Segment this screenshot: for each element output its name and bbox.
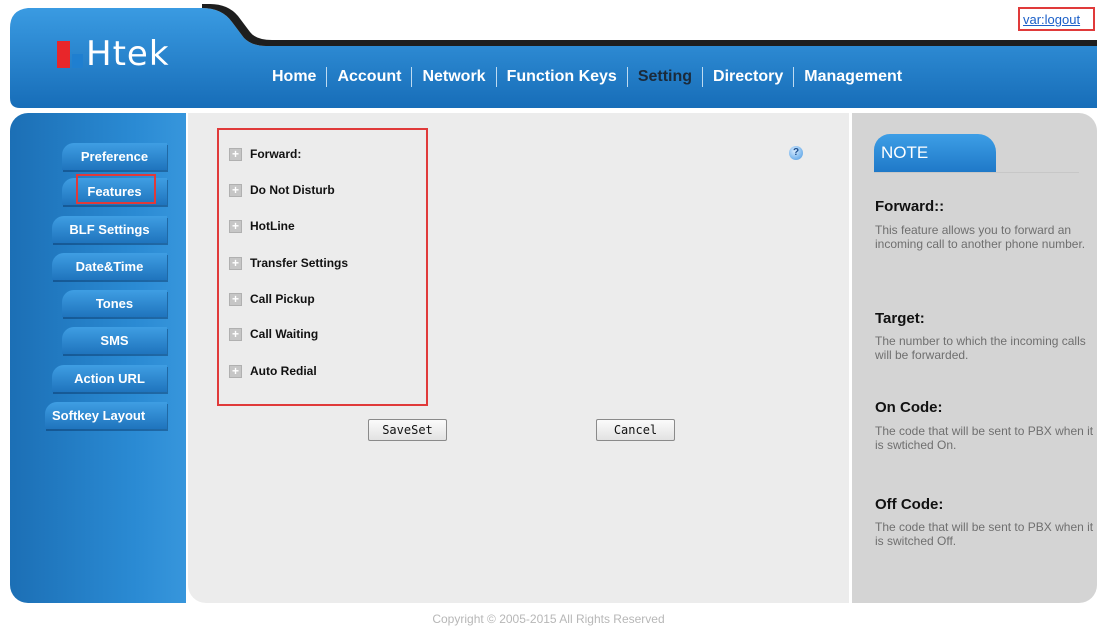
note-title-on-code: On Code:	[875, 399, 943, 416]
nav-separator	[411, 67, 413, 87]
logout-link[interactable]: var:logout	[1018, 7, 1095, 31]
note-title-forward: Forward::	[875, 198, 945, 215]
nav-separator	[793, 67, 795, 87]
expand-icon[interactable]: +	[229, 327, 242, 341]
nav-separator	[702, 67, 704, 87]
note-tab: NOTE	[874, 134, 996, 172]
expand-icon[interactable]: +	[229, 147, 242, 161]
nav-network[interactable]: Network	[412, 65, 495, 89]
expand-icon[interactable]: +	[229, 292, 242, 306]
help-icon[interactable]: ?	[789, 146, 803, 160]
expand-icon[interactable]: +	[229, 219, 242, 233]
feature-label: HotLine	[250, 219, 295, 233]
sidebar-item-preference[interactable]: Preference	[62, 143, 167, 170]
sidebar-item-softkey-layout[interactable]: Softkey Layout	[45, 402, 167, 429]
note-divider	[874, 172, 1079, 173]
note-text-forward: This feature allows you to forward an in…	[875, 223, 1086, 251]
logo-text: Htek	[86, 34, 170, 74]
feature-auto-redial[interactable]: + Auto Redial	[229, 362, 317, 380]
feature-label: Call Pickup	[250, 292, 315, 306]
selected-highlight	[76, 174, 156, 204]
feature-label: Forward:	[250, 147, 302, 161]
htek-logo: Htek	[57, 36, 170, 72]
expand-icon[interactable]: +	[229, 364, 242, 378]
nav-directory[interactable]: Directory	[703, 65, 793, 89]
main-nav: Home Account Network Function Keys Setting Di…	[262, 64, 912, 90]
feature-call-waiting[interactable]: + Call Waiting	[229, 325, 318, 343]
logo-mark-icon	[57, 40, 83, 68]
nav-separator	[495, 67, 497, 87]
feature-transfer-settings[interactable]: + Transfer Settings	[229, 254, 348, 272]
feature-label: Call Waiting	[250, 327, 319, 341]
copyright: Copyright © 2005-2015 All Rights Reserve…	[432, 612, 665, 626]
page: Htek var:logout Home Account Network Functi…	[0, 0, 1097, 630]
sidebar-item-tones[interactable]: Tones	[62, 290, 167, 317]
expand-icon[interactable]: +	[229, 256, 242, 270]
nav-management[interactable]: Management	[794, 65, 912, 89]
note-title-off-code: Off Code:	[875, 496, 944, 513]
feature-forward[interactable]: + Forward:	[229, 145, 301, 163]
cancel-button[interactable]: Cancel	[596, 419, 675, 441]
feature-label: Auto Redial	[250, 364, 317, 378]
feature-hotline[interactable]: + HotLine	[229, 217, 295, 235]
header: Htek var:logout Home Account Network Functi…	[0, 0, 1097, 108]
nav-setting[interactable]: Setting	[628, 65, 702, 89]
feature-call-pickup[interactable]: + Call Pickup	[229, 290, 315, 308]
nav-home[interactable]: Home	[262, 65, 326, 89]
sidebar-item-action-url[interactable]: Action URL	[52, 365, 167, 392]
feature-label: Transfer Settings	[250, 256, 349, 270]
sidebar-item-sms[interactable]: SMS	[62, 327, 167, 354]
note-text-off-code: The code that will be sent to PBX when i…	[875, 520, 1094, 548]
note-text-target: The number to which the incoming calls w…	[875, 334, 1086, 362]
note-text-on-code: The code that will be sent to PBX when i…	[875, 424, 1094, 452]
nav-account[interactable]: Account	[327, 65, 411, 89]
feature-do-not-disturb[interactable]: + Do Not Disturb	[229, 181, 335, 199]
nav-function-keys[interactable]: Function Keys	[497, 65, 627, 89]
feature-label: Do Not Disturb	[250, 183, 335, 197]
note-title-target: Target:	[875, 310, 925, 327]
sidebar-item-date-time[interactable]: Date&Time	[52, 253, 167, 280]
sidebar-item-blf-settings[interactable]: BLF Settings	[52, 216, 167, 243]
nav-separator	[626, 67, 628, 87]
nav-separator	[326, 67, 328, 87]
saveset-button[interactable]: SaveSet	[368, 419, 447, 441]
expand-icon[interactable]: +	[229, 183, 242, 197]
